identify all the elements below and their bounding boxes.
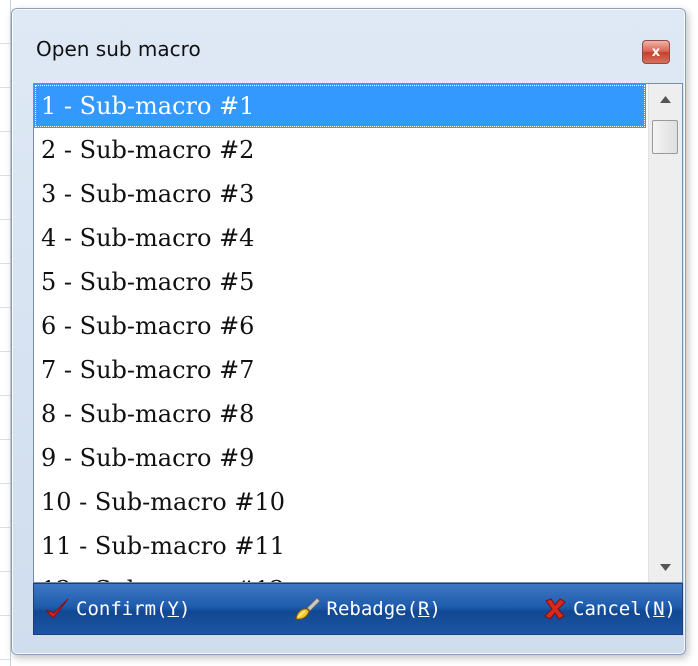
list-item[interactable]: 1 - Sub-macro #1 — [34, 84, 646, 128]
list-item[interactable]: 9 - Sub-macro #9 — [34, 436, 646, 480]
checkmark-icon — [45, 598, 69, 619]
cancel-label: Cancel(N) — [573, 598, 676, 620]
confirm-button[interactable]: Confirm(Y) — [44, 596, 190, 622]
cancel-button[interactable]: Cancel(N) — [543, 597, 676, 621]
list-item[interactable]: 2 - Sub-macro #2 — [34, 128, 646, 172]
list-item[interactable]: 3 - Sub-macro #3 — [34, 172, 646, 216]
list-item[interactable]: 10 - Sub-macro #10 — [34, 480, 646, 524]
rebadge-button[interactable]: Rebadge(R) — [293, 596, 441, 622]
vertical-scrollbar[interactable] — [648, 84, 682, 582]
list-item[interactable]: 6 - Sub-macro #6 — [34, 304, 646, 348]
confirm-label: Confirm(Y) — [76, 598, 191, 620]
scroll-up-arrow-icon — [660, 95, 671, 103]
scroll-down-arrow-icon — [660, 563, 671, 571]
list-item[interactable]: 4 - Sub-macro #4 — [34, 216, 646, 260]
rebadge-label: Rebadge(R) — [326, 598, 441, 620]
list-item[interactable]: 7 - Sub-macro #7 — [34, 348, 646, 392]
cross-icon — [544, 598, 566, 620]
open-sub-macro-dialog: Open sub macro x 1 - Sub-macro #1 2 - Sub… — [11, 8, 686, 655]
scroll-up-button[interactable] — [649, 84, 682, 114]
brush-icon — [294, 597, 321, 620]
sub-macro-listbox[interactable]: 1 - Sub-macro #1 2 - Sub-macro #2 3 - Sub-… — [33, 83, 683, 583]
background-grid — [0, 0, 11, 666]
scrollbar-thumb[interactable] — [652, 120, 678, 154]
sub-macro-list: 1 - Sub-macro #1 2 - Sub-macro #2 3 - Sub-… — [34, 84, 646, 582]
action-bar: Confirm(Y) Rebadge(R) Cancel(N) — [33, 583, 683, 635]
close-icon: x — [651, 44, 661, 60]
list-item[interactable]: 12 - Sub-macro #12 — [34, 568, 646, 582]
list-item[interactable]: 8 - Sub-macro #8 — [34, 392, 646, 436]
title-bar[interactable]: Open sub macro x — [12, 9, 685, 83]
list-item[interactable]: 11 - Sub-macro #11 — [34, 524, 646, 568]
close-button[interactable]: x — [642, 40, 670, 64]
dialog-title: Open sub macro — [36, 37, 201, 61]
list-item[interactable]: 5 - Sub-macro #5 — [34, 260, 646, 304]
scroll-down-button[interactable] — [649, 552, 682, 582]
